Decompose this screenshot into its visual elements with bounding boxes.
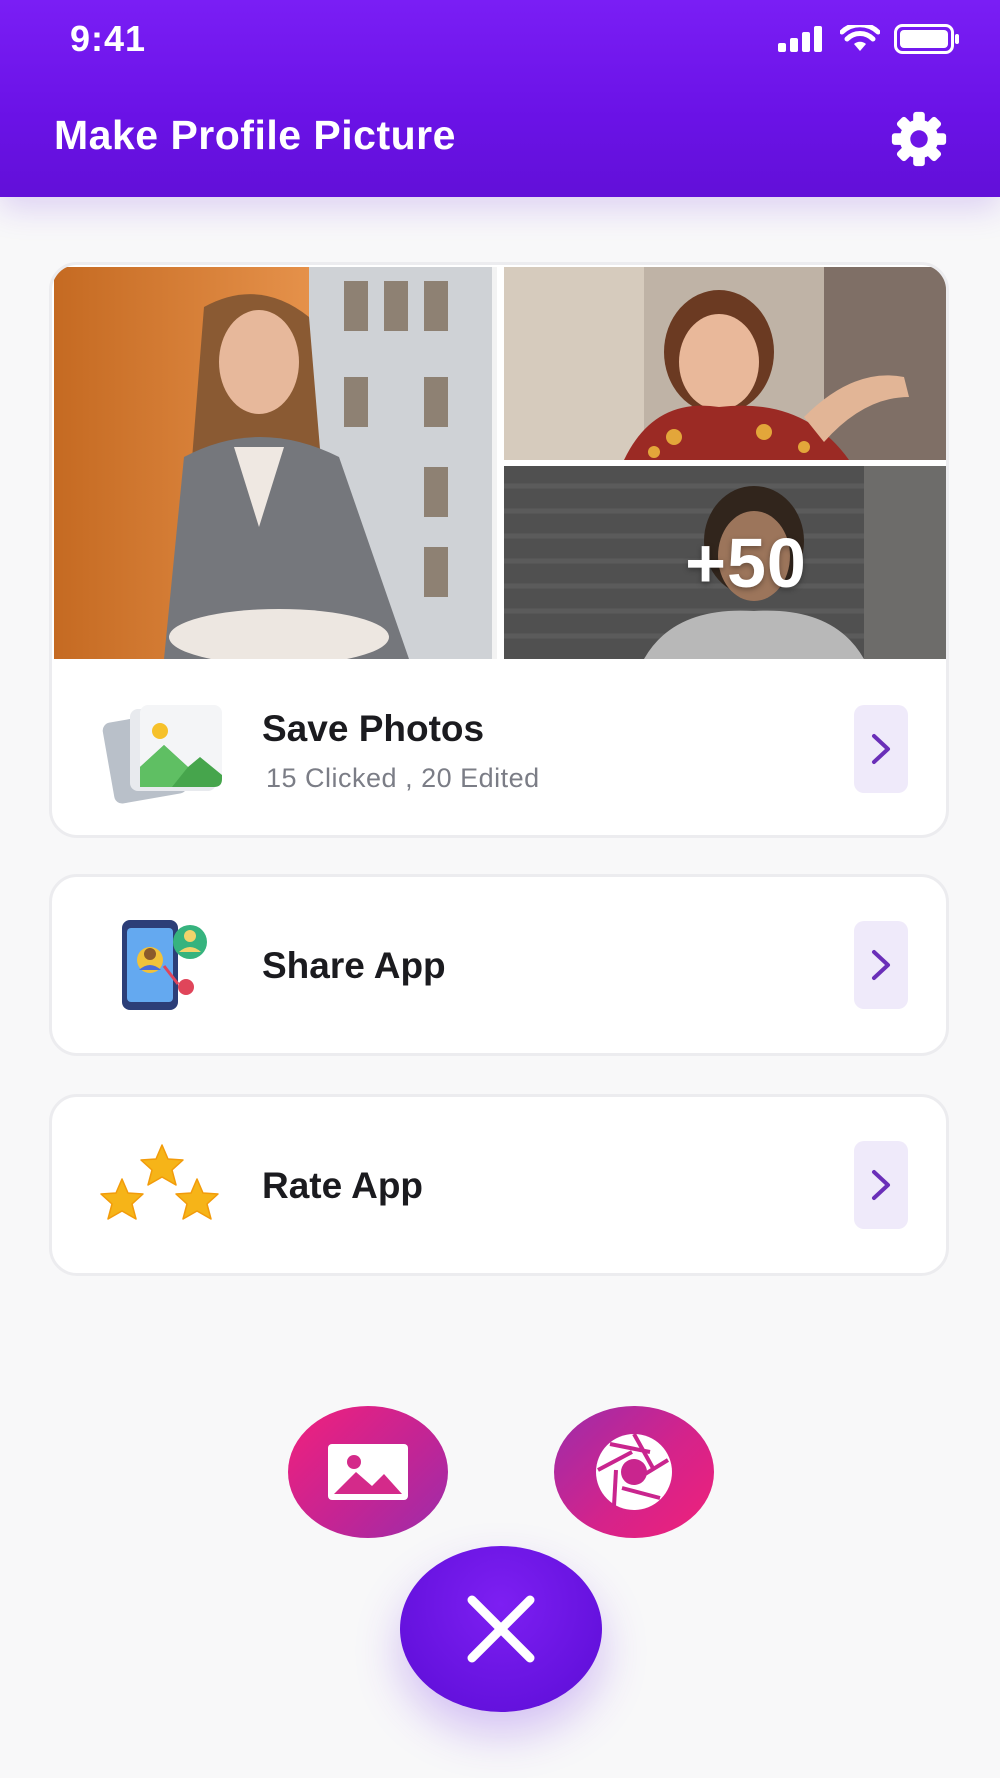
chevron-right-icon	[872, 950, 890, 980]
close-icon	[467, 1595, 535, 1663]
status-time: 9:41	[70, 18, 147, 59]
profile-photo-woman-smiling[interactable]	[504, 267, 946, 460]
page-title: Make Profile Picture	[54, 112, 456, 158]
close-fab-button[interactable]	[400, 1546, 602, 1712]
share-app-row[interactable]: Share App	[49, 874, 949, 1056]
rate-app-chevron-button[interactable]	[854, 1141, 908, 1229]
more-photos-count[interactable]: +50	[504, 466, 946, 659]
chevron-right-icon	[872, 734, 890, 764]
wifi-icon	[840, 25, 880, 51]
share-app-title: Share App	[262, 945, 446, 986]
share-phone-icon	[122, 920, 207, 1010]
stars-icon	[100, 1144, 219, 1220]
gallery-card: +50 Save Photos 15 Clicked , 20 Edited	[49, 262, 949, 838]
camera-fab-button[interactable]	[554, 1406, 714, 1538]
share-app-chevron-button[interactable]	[854, 921, 908, 1009]
save-photos-subtitle: 15 Clicked , 20 Edited	[266, 763, 540, 793]
signal-icon	[778, 26, 822, 52]
aperture-icon	[596, 1433, 672, 1510]
profile-photo-woman-blazer[interactable]	[54, 267, 497, 659]
status-icons	[778, 24, 960, 54]
save-photos-chevron-button[interactable]	[854, 705, 908, 793]
gear-icon[interactable]	[888, 108, 950, 170]
battery-icon	[894, 24, 959, 54]
photos-stack-icon	[102, 705, 222, 804]
save-photos-title: Save Photos	[262, 708, 485, 749]
app-header: 9:41 Make Profile Picture	[0, 0, 1000, 197]
chevron-right-icon	[872, 1170, 890, 1200]
gallery-fab-button[interactable]	[288, 1406, 448, 1538]
image-icon	[328, 1444, 408, 1500]
rate-app-row[interactable]: Rate App	[49, 1094, 949, 1276]
save-photos-row[interactable]: Save Photos 15 Clicked , 20 Edited	[52, 665, 946, 835]
rate-app-title: Rate App	[262, 1165, 424, 1206]
